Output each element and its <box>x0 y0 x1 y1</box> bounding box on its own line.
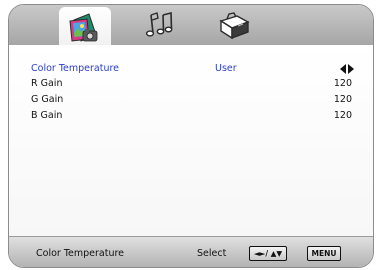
g-gain-value: 120 <box>333 94 352 105</box>
menu-row-b-gain[interactable]: B Gain 120 <box>31 109 355 123</box>
tab-picture[interactable] <box>59 7 111 47</box>
menu-row-r-gain[interactable]: R Gain 120 <box>31 77 355 91</box>
help-text: Color Temperature <box>36 248 125 259</box>
tab-sound[interactable] <box>134 5 184 45</box>
osd-menu: Color Temperature User R Gain 120 G Gain… <box>8 4 374 268</box>
tab-setup[interactable] <box>209 5 259 45</box>
navigation-key: ◄►/ ▲▼ <box>249 246 287 261</box>
r-gain-value: 120 <box>333 78 352 89</box>
b-gain-label: B Gain <box>31 110 63 121</box>
color-temperature-value: User <box>215 63 237 74</box>
select-label: Select <box>197 248 227 259</box>
menu-key[interactable]: MENU <box>307 246 341 261</box>
color-temperature-label: Color Temperature <box>31 63 120 74</box>
g-gain-label: G Gain <box>31 94 64 105</box>
help-bar: Color Temperature Select ◄►/ ▲▼ MENU <box>9 236 373 267</box>
picture-icon <box>69 13 98 42</box>
left-right-arrows-icon[interactable] <box>339 63 355 75</box>
settings-panel: Color Temperature User R Gain 120 G Gain… <box>9 45 373 237</box>
menu-row-color-temperature[interactable]: Color Temperature User <box>31 62 355 76</box>
toolbox-icon <box>219 12 250 40</box>
b-gain-value: 120 <box>333 110 352 121</box>
menu-row-g-gain[interactable]: G Gain 120 <box>31 93 355 107</box>
music-notes-icon <box>145 11 173 37</box>
r-gain-label: R Gain <box>31 78 63 89</box>
